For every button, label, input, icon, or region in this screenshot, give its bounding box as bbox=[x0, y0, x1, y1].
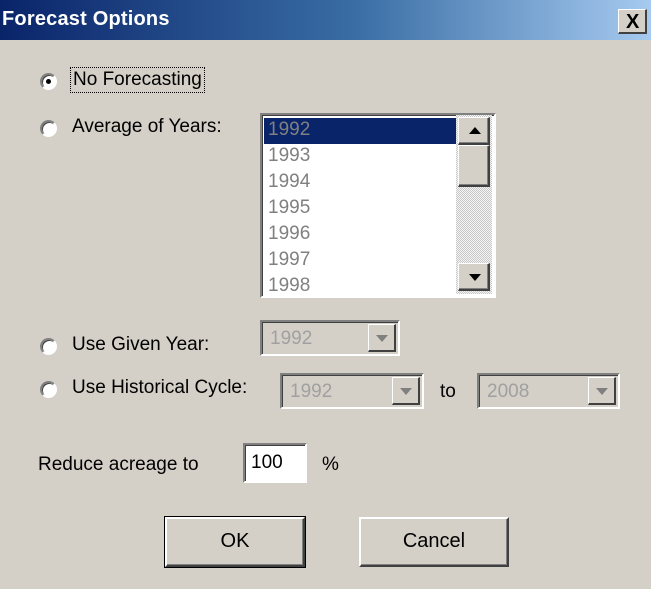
no-forecasting-label[interactable]: No Forecasting bbox=[70, 67, 205, 93]
close-icon: X bbox=[626, 11, 640, 33]
given-year-value: 1992 bbox=[270, 328, 313, 349]
window-title: Forecast Options bbox=[2, 8, 170, 30]
percent-unit-label: % bbox=[322, 454, 339, 475]
cycle-to-label: to bbox=[440, 381, 456, 402]
cancel-button[interactable]: Cancel bbox=[359, 517, 509, 567]
list-item-year[interactable]: 1996 bbox=[264, 222, 459, 248]
use-given-year-label[interactable]: Use Given Year: bbox=[72, 334, 209, 356]
ok-button[interactable]: OK bbox=[164, 516, 306, 568]
cycle-from-value: 1992 bbox=[290, 381, 333, 402]
chevron-down-icon bbox=[376, 335, 388, 342]
cycle-to-dropdown-button[interactable] bbox=[588, 377, 616, 405]
triangle-down-icon bbox=[469, 274, 481, 281]
use-historical-cycle-label[interactable]: Use Historical Cycle: bbox=[72, 377, 247, 399]
chevron-down-icon bbox=[596, 388, 608, 395]
cycle-from-combo[interactable]: 1992 bbox=[280, 373, 424, 409]
given-year-dropdown-button[interactable] bbox=[368, 324, 396, 352]
radio-no-forecasting[interactable] bbox=[40, 73, 57, 90]
close-button[interactable]: X bbox=[618, 9, 647, 34]
years-list-items: 1992 1993 1994 1995 1996 1997 1998 bbox=[264, 118, 459, 296]
scroll-down-button[interactable] bbox=[458, 263, 490, 291]
list-item-year[interactable]: 1994 bbox=[264, 170, 459, 196]
scroll-thumb[interactable] bbox=[458, 145, 490, 187]
list-item-year[interactable]: 1998 bbox=[264, 274, 459, 296]
title-bar[interactable]: Forecast Options X bbox=[0, 0, 651, 40]
scroll-up-button[interactable] bbox=[458, 117, 490, 145]
acreage-percent-value: 100 bbox=[251, 452, 283, 473]
list-item-year[interactable]: 1992 bbox=[264, 118, 459, 144]
reduce-acreage-label: Reduce acreage to bbox=[38, 454, 199, 475]
forecast-options-dialog: Forecast Options X No Forecasting Averag… bbox=[0, 0, 651, 589]
radio-average-of-years[interactable] bbox=[40, 120, 57, 137]
cycle-from-dropdown-button[interactable] bbox=[392, 377, 420, 405]
given-year-combo[interactable]: 1992 bbox=[260, 320, 400, 356]
list-item-year[interactable]: 1993 bbox=[264, 144, 459, 170]
cycle-to-value: 2008 bbox=[487, 381, 530, 402]
years-scrollbar[interactable] bbox=[456, 115, 492, 294]
radio-use-historical-cycle[interactable] bbox=[40, 381, 57, 398]
list-item-year[interactable]: 1997 bbox=[264, 248, 459, 274]
radio-use-given-year[interactable] bbox=[40, 338, 57, 355]
average-of-years-label[interactable]: Average of Years: bbox=[72, 116, 222, 138]
acreage-percent-input[interactable]: 100 bbox=[243, 443, 307, 483]
cycle-to-combo[interactable]: 2008 bbox=[477, 373, 620, 409]
chevron-down-icon bbox=[400, 388, 412, 395]
list-item-year[interactable]: 1995 bbox=[264, 196, 459, 222]
triangle-up-icon bbox=[469, 127, 481, 134]
